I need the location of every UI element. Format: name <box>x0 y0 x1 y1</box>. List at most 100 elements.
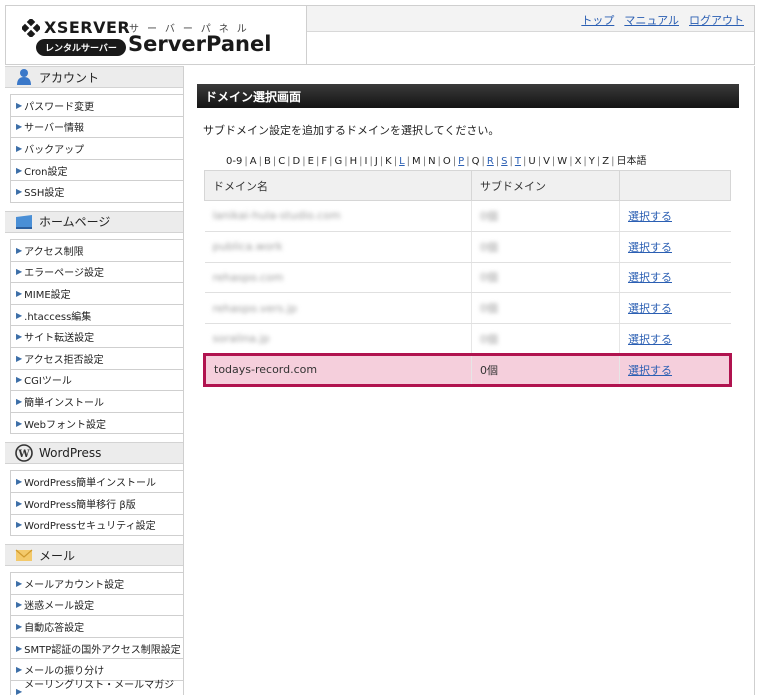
table-row: soralina.jp 0個 選択する <box>204 323 731 355</box>
sidebar-menu: ▶ WordPress簡単インストール ▶ WordPress簡単移行 β版 ▶ Word… <box>10 470 183 537</box>
separator: | <box>369 156 373 167</box>
alphabet-b: B <box>263 156 271 167</box>
sidebar-section-1: ホームページ <box>5 210 183 233</box>
server-panel-title: ServerPanel <box>128 32 272 56</box>
sidebar-item-label: アクセス拒否設定 <box>24 354 104 366</box>
sidebar-item-label: .htaccess編集 <box>24 311 92 323</box>
sidebar-item[interactable]: ▶ SSH設定 <box>11 181 183 203</box>
sidebar-item[interactable]: ▶ エラーページ設定 <box>11 261 183 284</box>
subdomain-count: 0個 <box>480 363 498 377</box>
separator: | <box>481 156 485 167</box>
sidebar-item[interactable]: ▶ アクセス拒否設定 <box>11 347 183 370</box>
sidebar-item[interactable]: ▶ MIME設定 <box>11 283 183 305</box>
sidebar-item-label: Webフォント設定 <box>24 419 106 431</box>
logout-link[interactable]: ログアウト <box>689 12 744 28</box>
top-link[interactable]: トップ <box>581 12 614 28</box>
sidebar-item[interactable]: ▶ メールアカウント設定 <box>11 573 183 595</box>
sidebar-item[interactable]: ▶ アクセス制限 <box>11 239 183 262</box>
separator: | <box>302 156 306 167</box>
sidebar-item[interactable]: ▶ SMTP認証の国外アクセス制限設定 <box>11 637 183 660</box>
subdomain-count-cell: 0個 <box>471 262 620 294</box>
header-nav-area: トップ マニュアル ログアウト <box>306 6 754 64</box>
domain-table: ドメイン名 サブドメイン lanikai-hula-studio.com 0個 選択… <box>203 170 732 387</box>
alphabet-p[interactable]: P <box>458 156 464 167</box>
domain-cell: todays-record.com <box>203 352 472 387</box>
sidebar-item[interactable]: ▶ CGIツール <box>11 369 183 392</box>
sidebar-item[interactable]: ▶ サーバー情報 <box>11 116 183 139</box>
sidebar-item[interactable]: ▶ WordPress簡単移行 β版 <box>11 492 183 515</box>
sidebar-item[interactable]: ▶ 自動応答設定 <box>11 616 183 638</box>
alphabet-v: V <box>543 156 550 167</box>
sidebar-item[interactable]: ▶ 迷惑メール設定 <box>11 594 183 617</box>
alphabet-a: A <box>249 156 257 167</box>
domain-name: rehaspo.com <box>212 270 284 284</box>
col-action-header <box>619 170 731 201</box>
arrow-icon: ▶ <box>16 477 23 487</box>
sidebar-section-title: WordPress <box>39 446 102 461</box>
arrow-icon: ▶ <box>16 396 23 406</box>
subdomain-count-cell: 0個 <box>471 352 620 387</box>
separator: | <box>466 156 470 167</box>
alphabet-c: C <box>278 156 286 167</box>
main-content: ドメイン選択画面 サブドメイン設定を追加するドメインを選択してください。 0-9… <box>184 66 755 695</box>
sidebar: アカウント ▶ パスワード変更 ▶ サーバー情報 ▶ バックアップ ▶ Cron設定 ▶ SSH設定… <box>5 66 184 695</box>
alphabet-i: I <box>364 156 368 167</box>
sidebar-item[interactable]: ▶ 簡単インストール <box>11 391 183 413</box>
col-domain-header: ドメイン名 <box>204 170 472 201</box>
sidebar-item[interactable]: ▶ サイト転送設定 <box>11 326 183 348</box>
select-domain-link[interactable]: 選択する <box>628 302 672 315</box>
separator: | <box>379 156 384 167</box>
alphabet-z: Z <box>602 156 610 167</box>
sidebar-item[interactable]: ▶ WordPressセキュリティ設定 <box>11 514 183 537</box>
sidebar-item[interactable]: ▶ Webフォント設定 <box>11 412 183 435</box>
logo[interactable]: XSERVER レンタルサーバー サーバーパネル ServerPanel <box>6 6 306 64</box>
alphabet-u: U <box>528 156 536 167</box>
select-domain-link[interactable]: 選択する <box>628 210 672 223</box>
alphabet-d: D <box>292 156 301 167</box>
select-domain-link[interactable]: 選択する <box>628 241 672 254</box>
alphabet-t[interactable]: T <box>515 156 521 167</box>
arrow-icon: ▶ <box>16 375 23 385</box>
sidebar-item-label: CGIツール <box>24 376 72 388</box>
sidebar-section-2: W WordPress <box>5 442 183 465</box>
sidebar-item-label: MIME設定 <box>24 289 71 301</box>
select-domain-link[interactable]: 選択する <box>628 333 672 346</box>
subdomain-count: 0個 <box>480 209 498 223</box>
subdomain-count-cell: 0個 <box>471 231 620 263</box>
sidebar-item[interactable]: ▶ パスワード変更 <box>11 95 183 117</box>
arrow-icon: ▶ <box>16 187 23 197</box>
alphabet-e: E <box>307 156 314 167</box>
alphabet-s[interactable]: S <box>501 156 507 167</box>
sidebar-item[interactable]: ▶ バックアップ <box>11 138 183 160</box>
sidebar-item[interactable]: ▶メーリングリスト・メールマガジン <box>11 680 183 695</box>
sidebar-item-label: SSH設定 <box>24 188 65 200</box>
arrow-icon: ▶ <box>16 665 23 675</box>
arrow-icon: ▶ <box>16 245 23 255</box>
brand-name: XSERVER <box>44 18 131 37</box>
subdomain-count-cell: 0個 <box>471 292 620 325</box>
sidebar-item-label: 自動応答設定 <box>24 623 85 635</box>
select-domain-link[interactable]: 選択する <box>628 271 672 284</box>
separator: | <box>523 156 527 167</box>
separator: | <box>452 156 457 167</box>
sidebar-item-label: メールアカウント設定 <box>24 579 125 591</box>
subdomain-count: 0個 <box>480 271 498 285</box>
separator: | <box>329 156 333 167</box>
select-domain-link[interactable]: 選択する <box>628 364 672 377</box>
table-row: todays-record.com 0個 選択する <box>203 352 732 387</box>
alphabet-l[interactable]: L <box>399 156 405 167</box>
col-subdomain-header: サブドメイン <box>471 170 620 201</box>
sidebar-item[interactable]: ▶ .htaccess編集 <box>11 304 183 327</box>
manual-link[interactable]: マニュアル <box>624 12 679 28</box>
separator: | <box>569 156 573 167</box>
sidebar-item[interactable]: ▶ Cron設定 <box>11 159 183 182</box>
sidebar-item-label: サーバー情報 <box>24 123 85 135</box>
sidebar-menu: ▶ メールアカウント設定 ▶ 迷惑メール設定 ▶ 自動応答設定 ▶ SMTP認証の国外アクセス… <box>10 572 183 695</box>
domain-cell: publica.work <box>204 231 472 263</box>
arrow-icon: ▶ <box>16 622 23 632</box>
alphabet-w: W <box>557 156 568 167</box>
wordpress-icon: W <box>15 444 33 463</box>
alphabet-o: O <box>442 156 451 167</box>
alphabet-r[interactable]: R <box>487 156 494 167</box>
sidebar-item[interactable]: ▶ WordPress簡単インストール <box>11 471 183 493</box>
